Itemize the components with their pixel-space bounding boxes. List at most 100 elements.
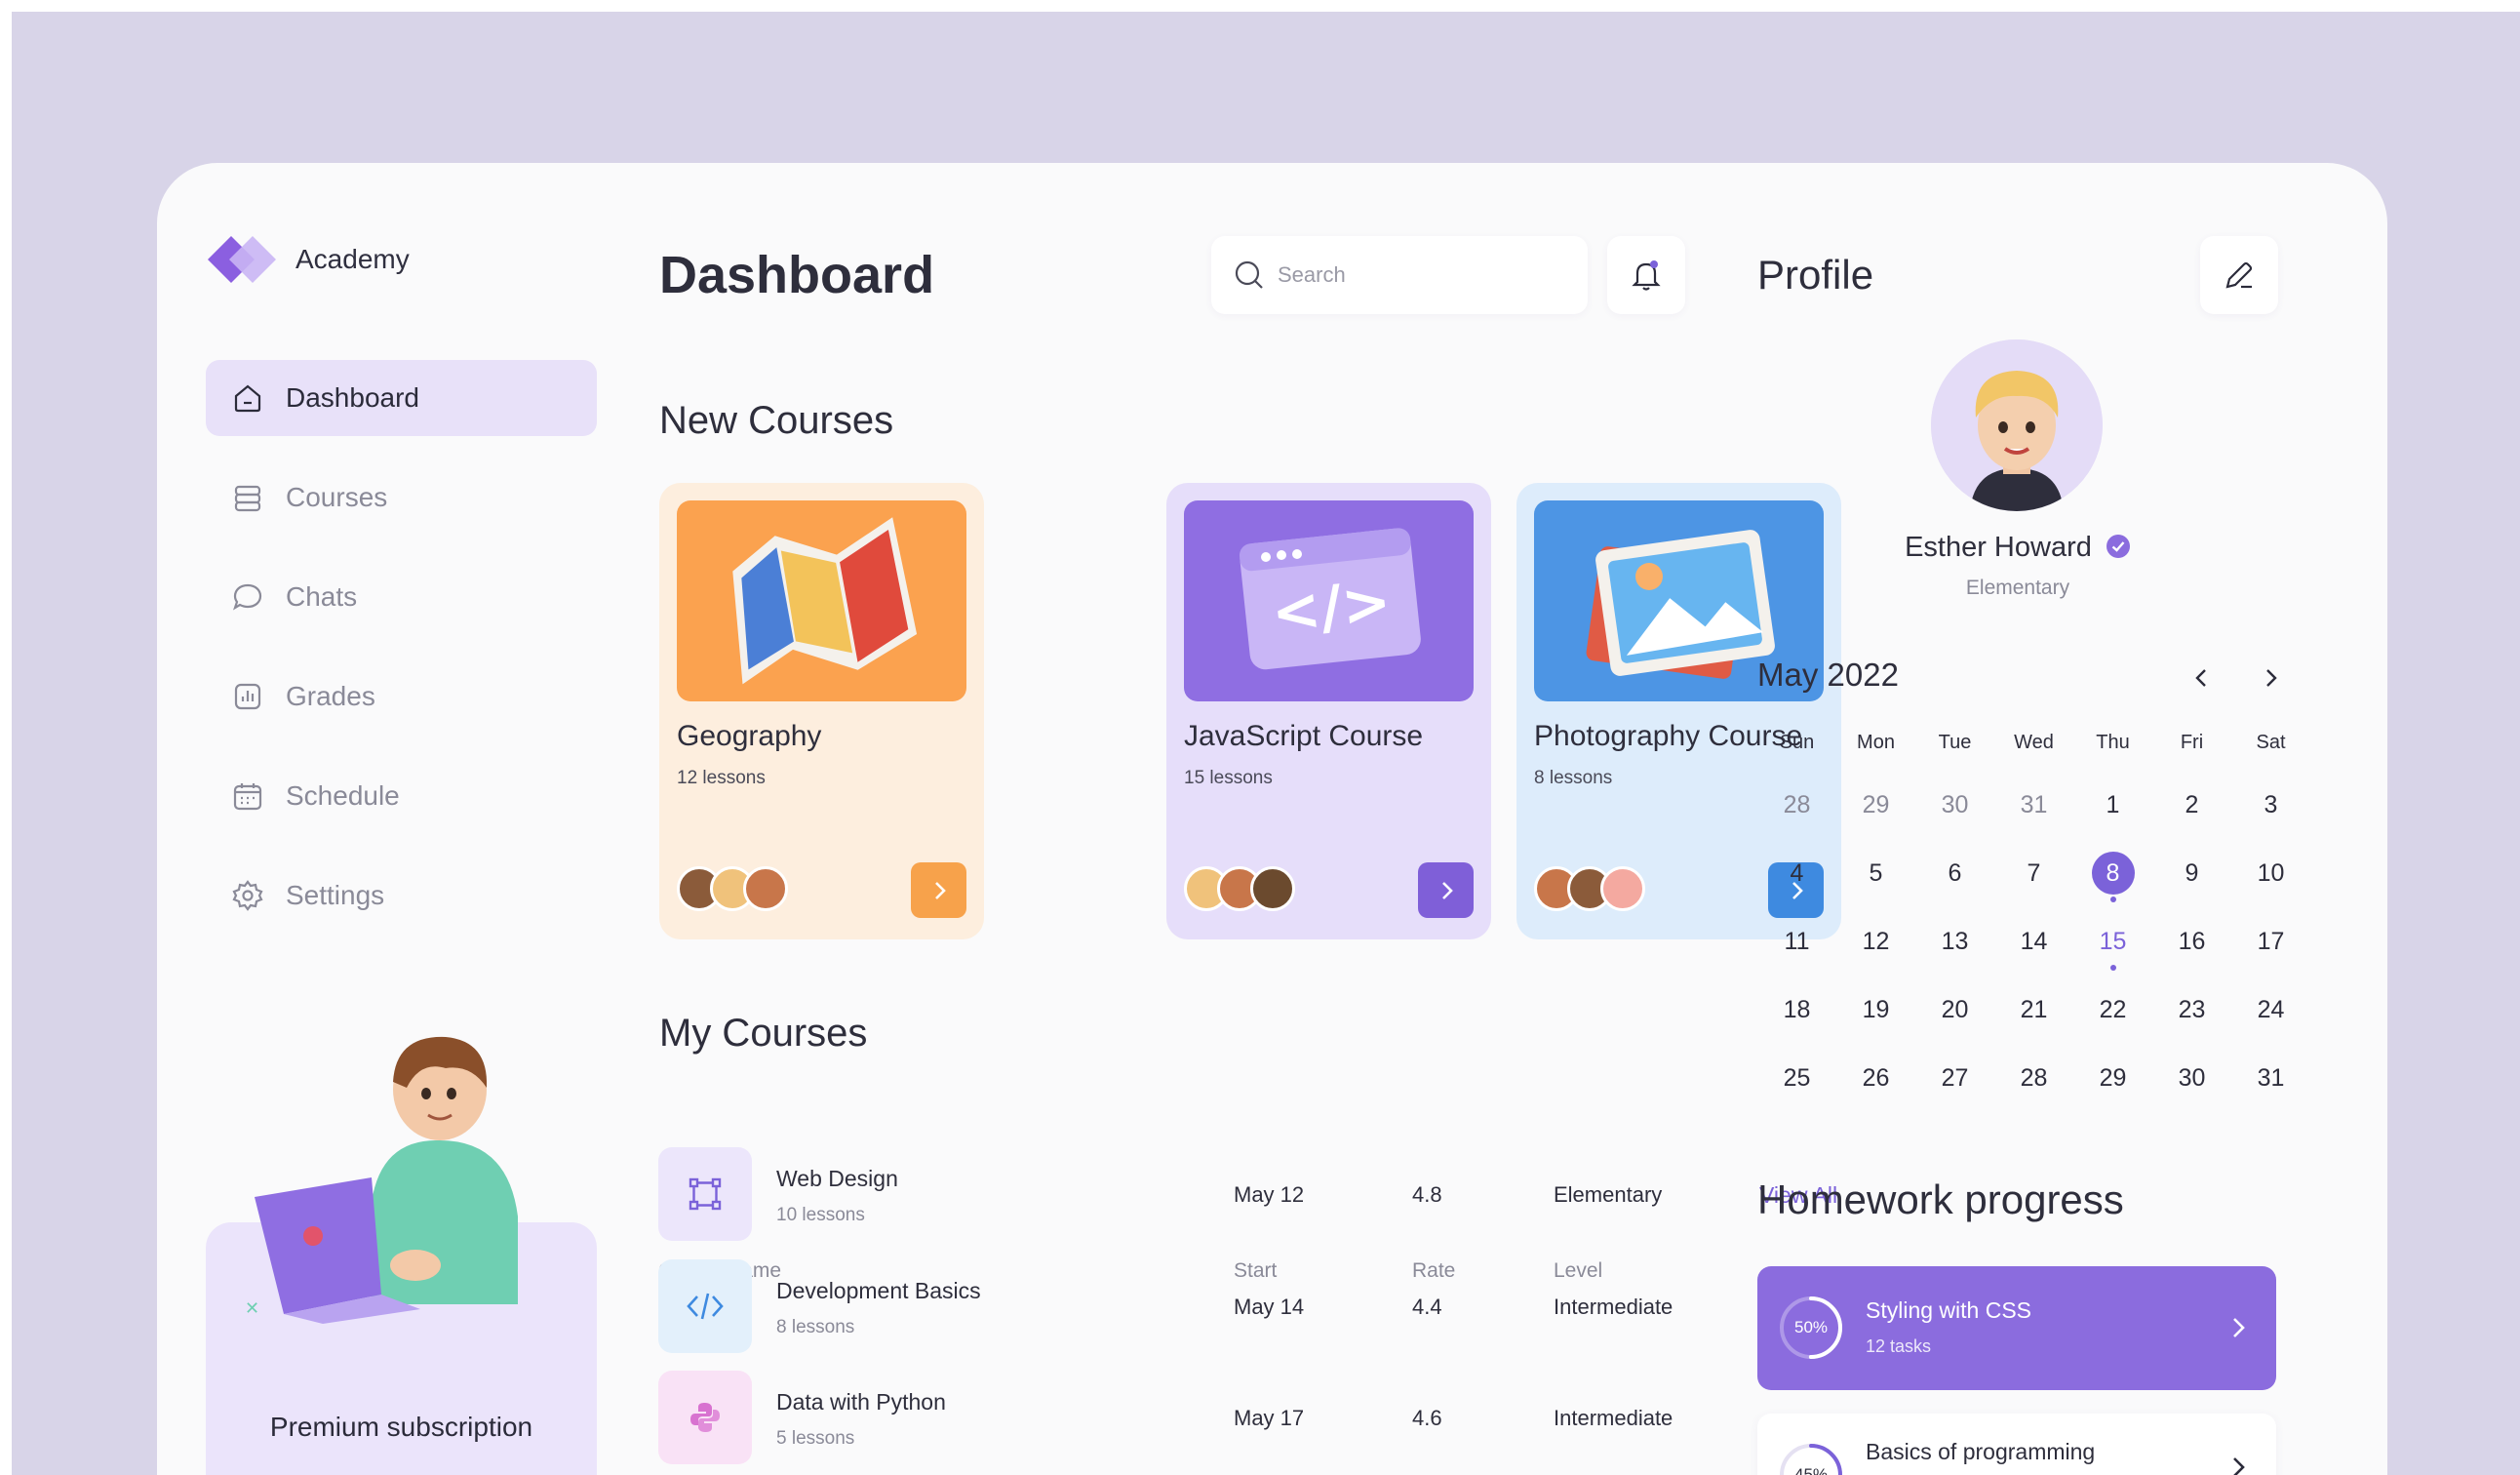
- calendar-day[interactable]: 2: [2152, 783, 2231, 826]
- course-title: Geography: [677, 720, 822, 752]
- calendar-day[interactable]: 14: [1994, 920, 2073, 963]
- promo-title: Premium subscription: [269, 1412, 533, 1442]
- course-rate: 4.8: [1412, 1182, 1442, 1207]
- calendar-day[interactable]: 29: [2073, 1056, 2152, 1099]
- calendar-day[interactable]: 28: [1757, 783, 1836, 826]
- homework-name: Styling with CSS: [1866, 1297, 2032, 1323]
- calendar-day[interactable]: 7: [1994, 852, 2073, 895]
- calendar-day[interactable]: 24: [2231, 988, 2310, 1031]
- calendar-day[interactable]: 17: [2231, 920, 2310, 963]
- avatar[interactable]: [1931, 339, 2103, 511]
- homework-title: Homework progress: [1757, 1176, 2124, 1222]
- chevron-right-icon: [2266, 669, 2277, 687]
- calendar-day[interactable]: 12: [1836, 920, 1915, 963]
- search-input[interactable]: Search: [1211, 236, 1588, 314]
- calendar-day[interactable]: 19: [1836, 988, 1915, 1031]
- weekday-label: Tue: [1938, 732, 1972, 753]
- homework-item[interactable]: 50% Styling with CSS 12 tasks: [1757, 1266, 2276, 1390]
- nav-item-dashboard[interactable]: Dashboard: [206, 360, 597, 436]
- profile-level: Elementary: [1965, 577, 2070, 599]
- calendar-day[interactable]: 3: [2231, 783, 2310, 826]
- calendar-prev-button[interactable]: [2185, 660, 2220, 696]
- course-card-geography[interactable]: Geography 12 lessons: [659, 483, 984, 939]
- calendar-day[interactable]: 5: [1836, 852, 1915, 895]
- homework-item[interactable]: 45% Basics of programming: [1757, 1414, 2276, 1475]
- calendar-day[interactable]: 25: [1757, 1056, 1836, 1099]
- calendar-week: 18 19 20 21 22 23 24: [1757, 976, 2310, 1044]
- notifications-button[interactable]: [1607, 236, 1685, 314]
- nav-item-grades[interactable]: Grades: [206, 658, 597, 735]
- calendar-month: May 2022: [1757, 657, 1899, 693]
- calendar-week: 11 12 13 14 15 16 17: [1757, 907, 2310, 976]
- calendar-day[interactable]: 10: [2231, 852, 2310, 895]
- calendar-icon: [233, 783, 262, 811]
- verified-badge-icon: [2106, 535, 2130, 558]
- nav-item-chats[interactable]: Chats: [206, 559, 597, 635]
- profile-name: Esther Howard: [1905, 532, 2092, 563]
- course-level: Intermediate: [1554, 1295, 1673, 1319]
- weekday-label: Sun: [1779, 732, 1815, 753]
- calendar-day[interactable]: 11: [1757, 920, 1836, 963]
- calendar-day[interactable]: 29: [1836, 783, 1915, 826]
- python-icon: [690, 1403, 720, 1432]
- page-title: Dashboard: [659, 246, 935, 304]
- pencil-icon: [2225, 261, 2253, 289]
- calendar-day[interactable]: 28: [1994, 1056, 2073, 1099]
- nav-item-schedule[interactable]: Schedule: [206, 758, 597, 834]
- course-level: Elementary: [1554, 1182, 1663, 1207]
- calendar-day[interactable]: 21: [1994, 988, 2073, 1031]
- geography-thumbnail: [677, 500, 966, 701]
- calendar-day[interactable]: 27: [1915, 1056, 1994, 1099]
- progress-label: 45%: [1793, 1465, 1829, 1475]
- course-name[interactable]: Data with Python: [776, 1389, 946, 1415]
- calendar-day[interactable]: 20: [1915, 988, 1994, 1031]
- calendar-day[interactable]: 31: [1994, 783, 2073, 826]
- calendar-day[interactable]: 13: [1915, 920, 1994, 963]
- course-lessons: 12 lessons: [677, 768, 766, 788]
- nav-item-settings[interactable]: Settings: [206, 857, 597, 934]
- courses-icon: [234, 485, 261, 512]
- homework-tasks: 12 tasks: [1866, 1336, 1932, 1356]
- course-lessons: 8 lessons: [776, 1317, 855, 1337]
- calendar-day[interactable]: 1: [2073, 783, 2152, 826]
- nav-label: Settings: [286, 880, 385, 910]
- calendar-weekdays: Sun Mon Tue Wed Thu Fri Sat: [1757, 732, 2310, 771]
- homework-name: Basics of programming: [1866, 1439, 2096, 1464]
- calendar-day[interactable]: 22: [2073, 988, 2152, 1031]
- open-course-button[interactable]: [1418, 862, 1474, 918]
- student-illustration: ✕: [245, 1036, 518, 1324]
- edit-profile-button[interactable]: [2200, 236, 2278, 314]
- weekday-label: Sat: [2256, 732, 2286, 753]
- calendar-day[interactable]: 30: [1915, 783, 1994, 826]
- calendar-day[interactable]: 18: [1757, 988, 1836, 1031]
- nav-label: Schedule: [286, 780, 400, 811]
- nav-label: Grades: [286, 681, 375, 711]
- calendar-day[interactable]: 6: [1915, 852, 1994, 895]
- python-row-icon: [658, 1371, 752, 1464]
- course-card-javascript[interactable]: </> JavaScript Course 15 lessons: [1166, 483, 1491, 939]
- sidebar-nav: Dashboard Courses Chats Grades Schedule …: [206, 360, 597, 957]
- calendar-day[interactable]: 4: [1757, 852, 1836, 895]
- course-name[interactable]: Web Design: [776, 1166, 898, 1192]
- course-title: JavaScript Course: [1184, 720, 1424, 752]
- search-icon: [1235, 260, 1263, 289]
- calendar-day-event[interactable]: 15: [2073, 920, 2152, 971]
- development-row-icon: [658, 1259, 752, 1353]
- nav-item-courses[interactable]: Courses: [206, 459, 597, 536]
- enrolled-avatars: [1534, 866, 1645, 913]
- course-name[interactable]: Development Basics: [776, 1278, 981, 1304]
- calendar-day[interactable]: 30: [2152, 1056, 2231, 1099]
- calendar-day-selected[interactable]: 8: [2073, 852, 2152, 902]
- profile-title: Profile: [1757, 252, 1874, 298]
- calendar-day[interactable]: 16: [2152, 920, 2231, 963]
- nav-label: Dashboard: [286, 382, 419, 413]
- calendar-day[interactable]: 9: [2152, 852, 2231, 895]
- calendar-next-button[interactable]: [2253, 660, 2288, 696]
- calendar-day[interactable]: 26: [1836, 1056, 1915, 1099]
- open-course-button[interactable]: [911, 862, 966, 918]
- column-header-level: Level: [1554, 1259, 1603, 1282]
- calendar-day[interactable]: 31: [2231, 1056, 2310, 1099]
- calendar-week: 4 5 6 7 8 9 10: [1757, 839, 2310, 907]
- chevron-left-icon: [2195, 669, 2206, 687]
- calendar-day[interactable]: 23: [2152, 988, 2231, 1031]
